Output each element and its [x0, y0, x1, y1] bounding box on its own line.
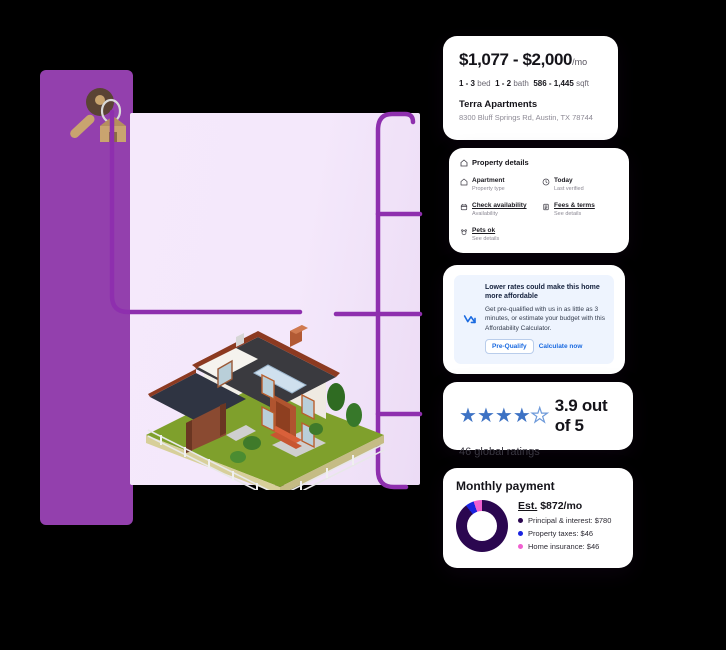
unit-specs: 1 - 3 bed 1 - 2 bath 586 - 1,445 sqft: [459, 79, 602, 88]
bath-value: 1 - 2: [495, 79, 512, 88]
property-details-card: Property details Apartment Property type T…: [449, 148, 629, 253]
detail-title[interactable]: Fees & terms: [554, 202, 595, 210]
document-icon: [543, 203, 549, 211]
detail-subtitle: See details: [554, 211, 582, 218]
detail-title[interactable]: Pets ok: [472, 227, 499, 235]
rate-down-arrow-icon: [463, 315, 476, 324]
monthly-payment-body: Est. $872/mo Principal & interest: $780 P…: [456, 500, 620, 552]
pre-qualify-button[interactable]: Pre-Qualify: [485, 339, 534, 355]
legend-label: Home insurance: $46: [528, 542, 600, 551]
price-per-unit: /mo: [572, 57, 588, 67]
legend-color-dot: [518, 544, 523, 549]
price-range-value: $1,077 - $2,000: [459, 50, 573, 69]
property-details-header: Property details: [460, 158, 618, 167]
donut-hole: [467, 511, 497, 541]
legend-item: Property taxes: $46: [518, 529, 620, 538]
affordability-inner: Lower rates could make this home more af…: [454, 275, 614, 364]
payment-legend: Principal & interest: $780 Property taxes…: [518, 516, 620, 551]
bed-value: 1 - 3: [459, 79, 476, 88]
paw-icon: [461, 229, 467, 236]
star-icon[interactable]: ★: [477, 406, 495, 426]
monthly-payment-title: Monthly payment: [456, 479, 555, 493]
property-name: Terra Apartments: [459, 99, 538, 110]
detail-title: Today: [554, 177, 573, 184]
bed-label: bed: [477, 79, 491, 88]
detail-subtitle: Property type: [472, 186, 505, 193]
detail-title: Apartment: [472, 177, 505, 184]
rating-value-text: 3.9 out of 5: [554, 396, 608, 435]
legend-color-dot: [518, 518, 523, 523]
sqft-value: 586 - 1,445: [533, 79, 574, 88]
property-detail-item[interactable]: Check availability Availability: [460, 202, 536, 218]
property-detail-item: Today Last verified: [542, 177, 618, 193]
detail-subtitle: Availability: [472, 211, 498, 218]
legend-item: Principal & interest: $780: [518, 516, 620, 525]
payment-breakdown-donut-chart: [456, 500, 508, 552]
monthly-payment-card: Monthly payment Est. $872/mo Principal &…: [443, 468, 633, 568]
property-details-grid: Apartment Property type Today Last verified…: [460, 177, 618, 243]
affordability-card: Lower rates could make this home more af…: [443, 265, 625, 374]
est-prefix: Est.: [518, 500, 538, 512]
property-detail-item: Apartment Property type: [460, 177, 536, 193]
property-detail-item[interactable]: Pets ok See details: [460, 227, 536, 243]
star-rating[interactable]: ★ ★ ★ ★ ★: [459, 405, 549, 426]
legend-label: Property taxes: $46: [528, 529, 594, 538]
affordability-title: Lower rates could make this home more af…: [485, 284, 600, 301]
estimated-payment: Est. $872/mo: [518, 500, 620, 512]
detail-title[interactable]: Check availability: [472, 202, 527, 210]
affordability-actions: Pre-Qualify Calculate now: [485, 339, 605, 355]
home-icon: [460, 159, 468, 167]
ratings-row: ★ ★ ★ ★ ★ 3.9 out of 5: [459, 396, 617, 436]
detail-subtitle: See details: [472, 236, 500, 243]
affordability-body: Get pre-qualified with us in as little a…: [485, 305, 605, 332]
clock-icon: [542, 178, 550, 186]
payment-legend-column: Est. $872/mo Principal & interest: $780 P…: [518, 500, 620, 552]
property-address: 8300 Bluff Springs Rd, Austin, TX 78744: [459, 113, 593, 122]
property-details-title: Property details: [472, 158, 529, 167]
price-range: $1,077 - $2,000/mo: [459, 50, 602, 70]
est-amount: $872/mo: [540, 500, 583, 512]
star-icon[interactable]: ★: [513, 406, 531, 426]
legend-item: Home insurance: $46: [518, 542, 620, 551]
star-icon[interactable]: ★: [495, 406, 513, 426]
star-icon[interactable]: ★: [459, 406, 477, 426]
detail-subtitle: Last verified: [554, 186, 584, 193]
isometric-house-illustration: [146, 325, 385, 490]
price-summary-card: $1,077 - $2,000/mo 1 - 3 bed 1 - 2 bath …: [443, 36, 618, 140]
calendar-icon: [460, 203, 468, 211]
ratings-card: ★ ★ ★ ★ ★ 3.9 out of 5 46 global ratings: [443, 382, 633, 458]
home-icon: [460, 178, 468, 186]
property-detail-item[interactable]: Fees & terms See details: [542, 202, 618, 218]
legend-label: Principal & interest: $780: [528, 516, 612, 525]
calculate-now-link[interactable]: Calculate now: [539, 343, 583, 350]
legend-color-dot: [518, 531, 523, 536]
star-icon[interactable]: ★: [530, 405, 549, 426]
screenshot-stage: $1,077 - $2,000/mo 1 - 3 bed 1 - 2 bath …: [0, 0, 726, 650]
global-ratings-count: 46 global ratings: [459, 446, 540, 458]
sqft-label: sqft: [576, 79, 589, 88]
bath-label: bath: [513, 79, 529, 88]
